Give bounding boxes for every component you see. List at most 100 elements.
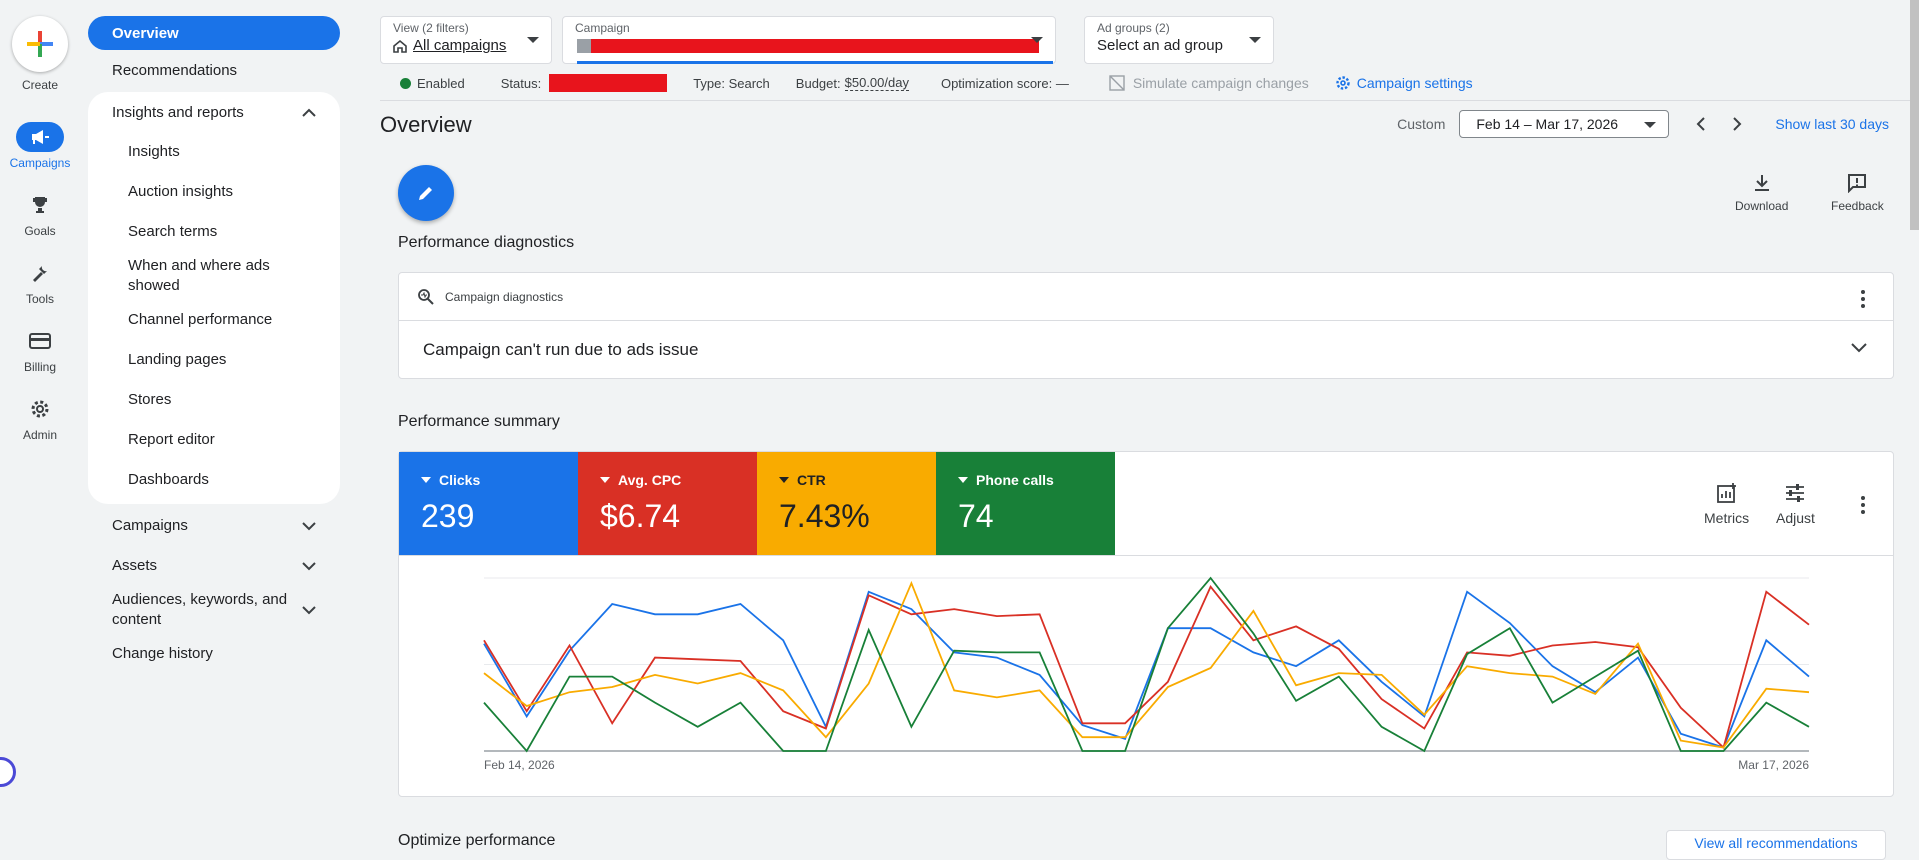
- date-controls: Custom Feb 14 – Mar 17, 2026 Show last 3…: [1397, 110, 1889, 138]
- nav-assets[interactable]: Assets: [88, 546, 340, 586]
- view-selector[interactable]: View (2 filters) All campaigns: [380, 16, 552, 64]
- nav-change-history[interactable]: Change history: [88, 634, 340, 674]
- nav-when-where[interactable]: When and where ads showed: [88, 252, 340, 300]
- caret-down-icon: [1031, 37, 1043, 43]
- create-label: Create: [21, 78, 59, 92]
- chevron-up-icon: [302, 108, 316, 117]
- simulate-label: Simulate campaign changes: [1132, 75, 1309, 91]
- diagnostics-search-icon: [418, 288, 434, 305]
- caret-down-icon: [779, 477, 789, 483]
- nav-recommendations[interactable]: Recommendations: [88, 50, 340, 90]
- campaign-settings-button[interactable]: Campaign settings: [1335, 75, 1473, 91]
- enabled-status-dot: [400, 77, 411, 89]
- budget-value[interactable]: $50.00/day: [844, 75, 909, 91]
- campaign-settings-label: Campaign settings: [1356, 75, 1473, 91]
- diagnostics-message-row[interactable]: Campaign can't run due to ads issue: [399, 321, 1893, 378]
- view-value: All campaigns: [413, 37, 507, 54]
- metrics-label: Metrics: [1704, 510, 1750, 526]
- scroll-thumb[interactable]: [1910, 0, 1919, 230]
- performance-line-chart: Feb 14, 2026 Mar 17, 2026: [483, 576, 1810, 772]
- optimization-score: Optimization score: —: [940, 75, 1069, 91]
- create-button[interactable]: Create: [0, 16, 80, 92]
- date-range-picker[interactable]: Feb 14 – Mar 17, 2026: [1459, 110, 1670, 138]
- nav-dashboards[interactable]: Dashboards: [88, 460, 340, 500]
- caret-down-icon: [1249, 37, 1261, 43]
- view-all-recommendations-button[interactable]: View all recommendations: [1666, 830, 1886, 860]
- rail-billing[interactable]: Billing: [0, 326, 80, 374]
- metric-tile-clicks[interactable]: Clicks 239: [399, 452, 578, 555]
- nav-landing-pages[interactable]: Landing pages: [88, 340, 340, 380]
- tile-value: 74: [958, 498, 994, 534]
- caret-down-icon: [527, 37, 539, 43]
- page-scrollbar[interactable]: [1910, 0, 1919, 843]
- metric-tile-ctr[interactable]: CTR 7.43%: [757, 452, 936, 555]
- gear-icon: [1336, 76, 1350, 90]
- tile-value: $6.74: [600, 498, 681, 534]
- custom-label: Custom: [1397, 116, 1446, 132]
- nav-insights[interactable]: Insights: [88, 132, 340, 172]
- nav-audiences[interactable]: Audiences, keywords, and content: [88, 586, 340, 634]
- simulate-changes-button[interactable]: Simulate campaign changes: [1109, 75, 1309, 91]
- download-label: Download: [1735, 199, 1789, 213]
- campaign-selector[interactable]: Campaign: [562, 16, 1056, 64]
- campaign-label: Campaign: [575, 21, 630, 35]
- page-title: Overview: [380, 112, 472, 137]
- nav-campaigns[interactable]: Campaigns: [88, 506, 340, 546]
- nav-search-terms[interactable]: Search terms: [88, 212, 340, 252]
- more-vert-icon[interactable]: [1861, 290, 1865, 308]
- more-vert-icon[interactable]: [1861, 496, 1865, 514]
- chevron-left-icon: [1696, 117, 1706, 131]
- tune-icon: [1786, 484, 1805, 502]
- summary-title: Performance summary: [398, 413, 560, 430]
- nav-campaigns-label: Campaigns: [112, 517, 188, 534]
- caret-down-icon: [421, 477, 431, 483]
- tile-value: 7.43%: [779, 498, 870, 534]
- tile-name: Clicks: [439, 472, 481, 488]
- feedback-button[interactable]: Feedback: [1831, 173, 1884, 213]
- home-icon: [393, 39, 407, 53]
- prev-period-button[interactable]: [1687, 110, 1715, 138]
- adjust-label: Adjust: [1776, 510, 1815, 526]
- megaphone-icon: [16, 122, 64, 152]
- tile-name-row: Avg. CPC: [600, 472, 757, 488]
- nav-auction-insights[interactable]: Auction insights: [88, 172, 340, 212]
- caret-down-icon: [958, 477, 968, 483]
- rail-goals-label: Goals: [24, 224, 56, 238]
- nav-stores[interactable]: Stores: [88, 380, 340, 420]
- redacted-campaign-name: [577, 39, 1039, 53]
- series-line-clicks[interactable]: [483, 590, 1810, 749]
- chevron-down-icon: [1851, 343, 1867, 353]
- campaign-underline: [577, 61, 1053, 64]
- chevron-down-icon: [302, 605, 316, 614]
- edit-button[interactable]: [398, 165, 454, 221]
- tile-name: Phone calls: [976, 472, 1054, 488]
- nav-audiences-label: Audiences, keywords, and content: [112, 591, 288, 628]
- chart-off-icon: [1109, 75, 1125, 91]
- rail-campaigns[interactable]: Campaigns: [0, 122, 80, 170]
- nav-insights-reports[interactable]: Insights and reports: [88, 92, 340, 132]
- adjust-button[interactable]: Adjust: [1776, 482, 1815, 526]
- metrics-button[interactable]: Metrics: [1704, 482, 1749, 526]
- metric-tile-phone-calls[interactable]: Phone calls 74: [936, 452, 1115, 555]
- x-axis-start-label: Feb 14, 2026: [484, 758, 555, 772]
- rail-admin[interactable]: Admin: [0, 394, 80, 442]
- nav-overview[interactable]: Overview: [88, 16, 340, 50]
- nav-channel-performance[interactable]: Channel performance: [88, 300, 340, 340]
- download-button[interactable]: Download: [1735, 173, 1788, 213]
- adgroup-selector[interactable]: Ad groups (2) Select an ad group: [1084, 16, 1274, 64]
- rail-goals[interactable]: Goals: [0, 190, 80, 238]
- rail-tools[interactable]: Tools: [0, 258, 80, 306]
- show-last-30-days[interactable]: Show last 30 days: [1775, 116, 1889, 132]
- diagnostics-card: Campaign diagnostics Campaign can't run …: [398, 272, 1894, 379]
- chevron-down-icon: [302, 561, 316, 570]
- metric-tile-avg-cpc[interactable]: Avg. CPC $6.74: [578, 452, 757, 555]
- metric-tiles: Clicks 239 Avg. CPC $6.74 CTR 7.43% Phon…: [399, 452, 1893, 556]
- nav-group-insights: Insights and reports Insights Auction in…: [88, 92, 340, 504]
- nav-report-editor[interactable]: Report editor: [88, 420, 340, 460]
- credit-card-icon: [16, 326, 64, 356]
- side-nav: Overview Recommendations Insights and re…: [88, 16, 340, 674]
- next-period-button[interactable]: [1723, 110, 1751, 138]
- series-line-ctr[interactable]: [483, 580, 1810, 749]
- diagnostics-message: Campaign can't run due to ads issue: [423, 339, 699, 359]
- gear-icon: [16, 394, 64, 424]
